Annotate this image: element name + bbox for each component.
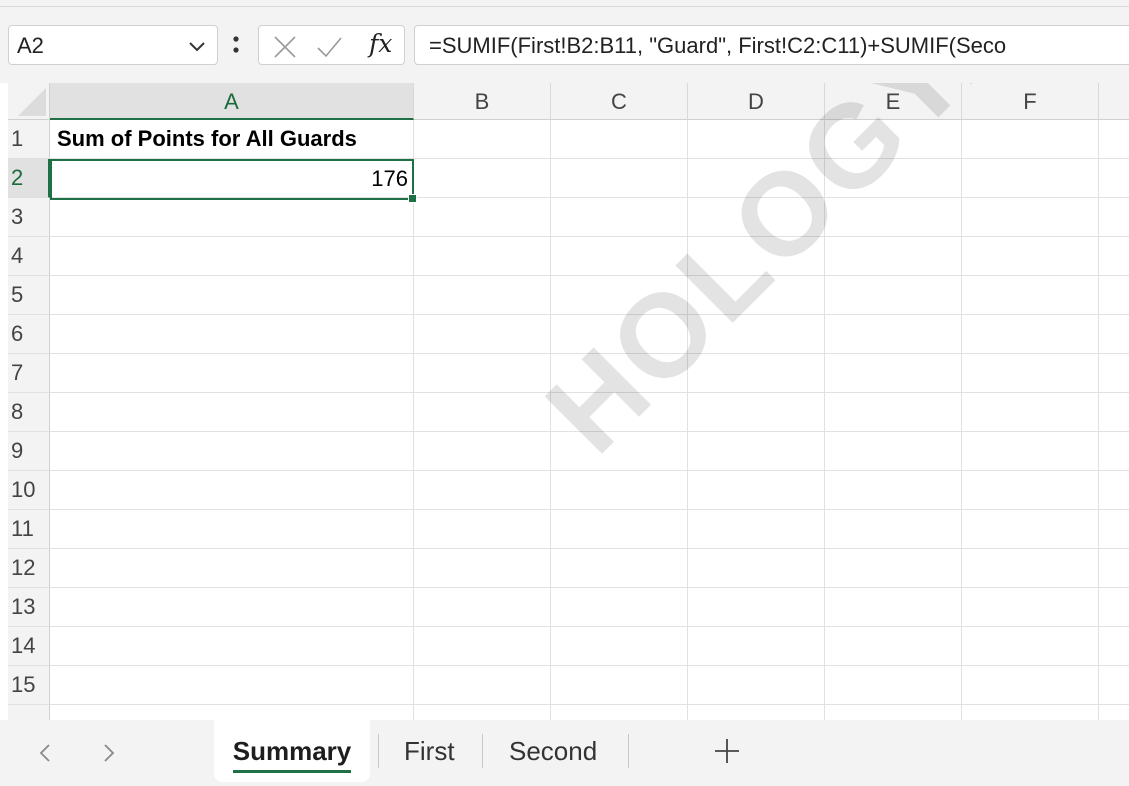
row-header[interactable]: 1	[8, 120, 50, 159]
row-header[interactable]: 6	[8, 315, 50, 354]
select-all-button[interactable]	[8, 83, 50, 120]
gridline	[961, 120, 962, 720]
tab-divider	[378, 734, 379, 768]
active-cell-border	[50, 159, 417, 203]
cell-a1[interactable]: Sum of Points for All Guards	[57, 120, 357, 158]
gridline	[50, 704, 1129, 705]
gridline	[50, 314, 1129, 315]
row-header[interactable]: 8	[8, 393, 50, 432]
tab-first[interactable]: First	[404, 720, 455, 782]
column-header-partial[interactable]	[1099, 83, 1129, 120]
formula-actions: fx	[258, 25, 405, 65]
column-header-b[interactable]: B	[414, 83, 551, 120]
formula-input[interactable]: =SUMIF(First!B2:B11, "Guard", First!C2:C…	[414, 25, 1129, 65]
gridline	[50, 392, 1129, 393]
enter-check-icon[interactable]	[315, 33, 343, 61]
name-box[interactable]: A2	[8, 25, 218, 65]
row-header[interactable]: 14	[8, 627, 50, 666]
row-header[interactable]: 2	[8, 159, 50, 198]
gridline	[824, 120, 825, 720]
column-header-e[interactable]: E	[825, 83, 962, 120]
row-header-partial[interactable]	[8, 705, 50, 720]
gridline	[687, 120, 688, 720]
tab-divider	[482, 734, 483, 768]
column-header-f[interactable]: F	[962, 83, 1099, 120]
tab-label: Summary	[232, 736, 352, 773]
chevron-left-icon[interactable]	[32, 738, 58, 768]
more-options-icon[interactable]	[229, 32, 243, 58]
column-header-d[interactable]: D	[688, 83, 825, 120]
gridline	[413, 120, 414, 720]
gridline	[50, 665, 1129, 666]
formula-text: =SUMIF(First!B2:B11, "Guard", First!C2:C…	[429, 33, 1007, 58]
gridline	[50, 236, 1129, 237]
ribbon-edge	[0, 0, 1129, 8]
row-header[interactable]: 15	[8, 666, 50, 705]
sheet-tab-bar: Summary First Second	[0, 720, 1129, 786]
gridline	[550, 120, 551, 720]
tab-label: First	[404, 736, 455, 766]
row-header[interactable]: 13	[8, 588, 50, 627]
gridline	[50, 509, 1129, 510]
gridline	[1098, 120, 1099, 720]
worksheet-grid[interactable]: A B C D E F 1 2 3 4 5 6 7 8 9 10 11 12 1…	[0, 83, 1129, 720]
add-sheet-button[interactable]	[712, 736, 742, 766]
row-header[interactable]: 10	[8, 471, 50, 510]
gridline	[50, 275, 1129, 276]
row-header[interactable]: 5	[8, 276, 50, 315]
tab-divider	[628, 734, 629, 768]
row-header[interactable]: 12	[8, 549, 50, 588]
gridline	[50, 548, 1129, 549]
gridline	[50, 626, 1129, 627]
cancel-icon[interactable]	[271, 33, 299, 61]
chevron-down-icon[interactable]	[185, 34, 209, 58]
tab-summary[interactable]: Summary	[214, 720, 370, 782]
insert-function-button[interactable]: fx	[369, 29, 392, 58]
row-header[interactable]: 3	[8, 198, 50, 237]
chevron-right-icon[interactable]	[96, 738, 122, 768]
gridline	[50, 470, 1129, 471]
tab-label: Second	[509, 736, 598, 766]
column-header-a[interactable]: A	[50, 83, 414, 120]
name-box-value: A2	[17, 33, 44, 58]
fill-handle[interactable]	[408, 194, 417, 203]
tab-second[interactable]: Second	[509, 720, 597, 782]
row-header[interactable]: 11	[8, 510, 50, 549]
gridline	[50, 431, 1129, 432]
gridline	[50, 587, 1129, 588]
row-header[interactable]: 7	[8, 354, 50, 393]
gridline	[50, 353, 1129, 354]
row-header[interactable]: 9	[8, 432, 50, 471]
row-header[interactable]: 4	[8, 237, 50, 276]
column-header-c[interactable]: C	[551, 83, 688, 120]
